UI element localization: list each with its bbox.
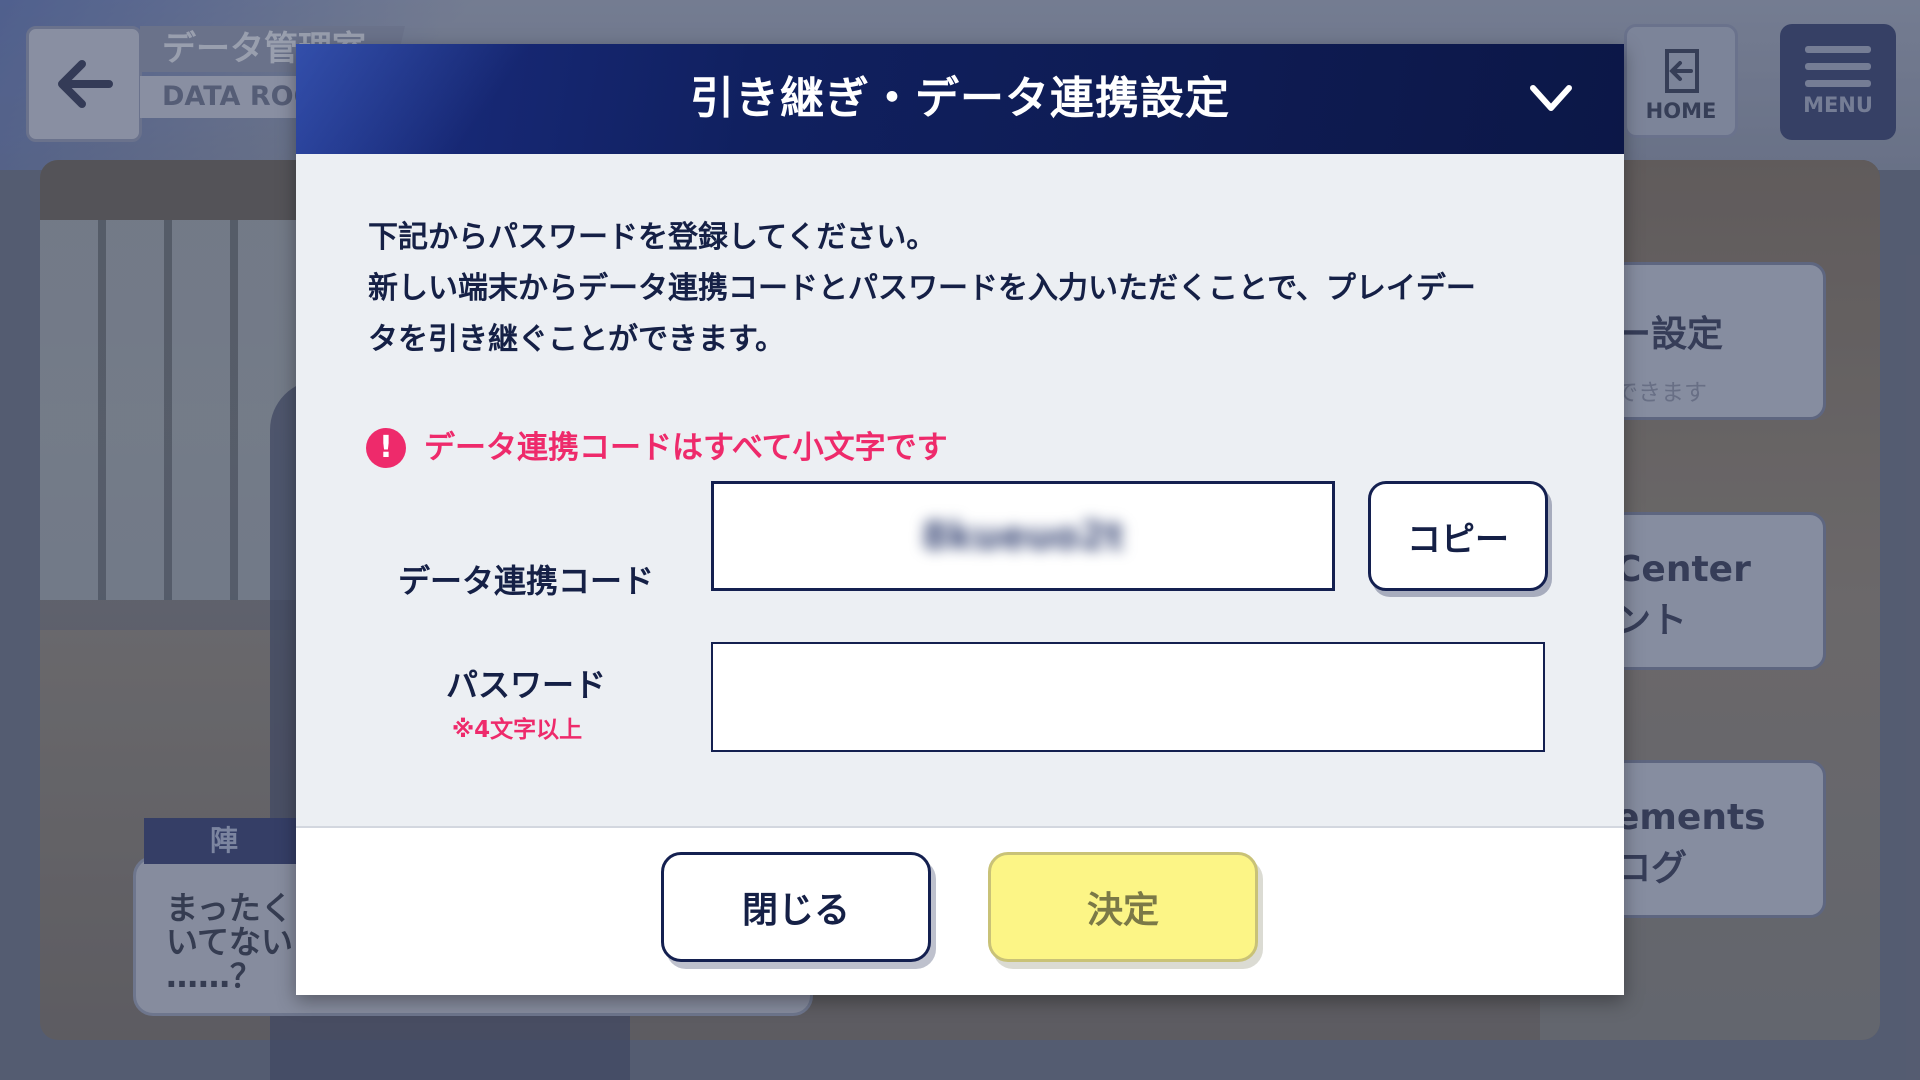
data-code-field[interactable]: 8kueuo2t	[711, 481, 1335, 591]
description-line: タを引き継ぐことができます。	[368, 322, 785, 357]
password-hint: ※4文字以上	[451, 717, 583, 743]
data-transfer-dialog: 引き継ぎ・データ連携設定 下記からパスワードを登録してください。 新しい端末から…	[296, 44, 1624, 995]
lowercase-notice: ! データ連携コードはすべて小文字です	[366, 426, 948, 470]
description-line: 新しい端末からデータ連携コードとパスワードを入力いただくことで、プレイデー	[368, 271, 1476, 306]
password-input[interactable]	[711, 642, 1545, 752]
data-code-label: データ連携コード	[397, 562, 654, 600]
dialog-header: 引き継ぎ・データ連携設定	[296, 44, 1624, 154]
notice-text: データ連携コードはすべて小文字です	[424, 430, 948, 466]
data-code-value: 8kueuo2t	[921, 514, 1125, 558]
close-button[interactable]: 閉じる	[661, 852, 931, 962]
password-label-group: パスワード ※4文字以上	[376, 660, 676, 744]
password-label: パスワード	[445, 666, 606, 704]
dialog-title: 引き継ぎ・データ連携設定	[690, 73, 1230, 124]
description-line: 下記からパスワードを登録してください。	[368, 220, 937, 255]
dialog-description: 下記からパスワードを登録してください。 新しい端末からデータ連携コードとパスワー…	[368, 212, 1568, 365]
confirm-button[interactable]: 決定	[988, 852, 1258, 962]
collapse-button[interactable]	[1524, 72, 1578, 126]
copy-button[interactable]: コピー	[1368, 481, 1548, 591]
exclamation-icon: !	[366, 428, 406, 468]
chevron-down-icon	[1530, 85, 1572, 111]
dialog-footer: 閉じる 決定	[296, 826, 1624, 995]
